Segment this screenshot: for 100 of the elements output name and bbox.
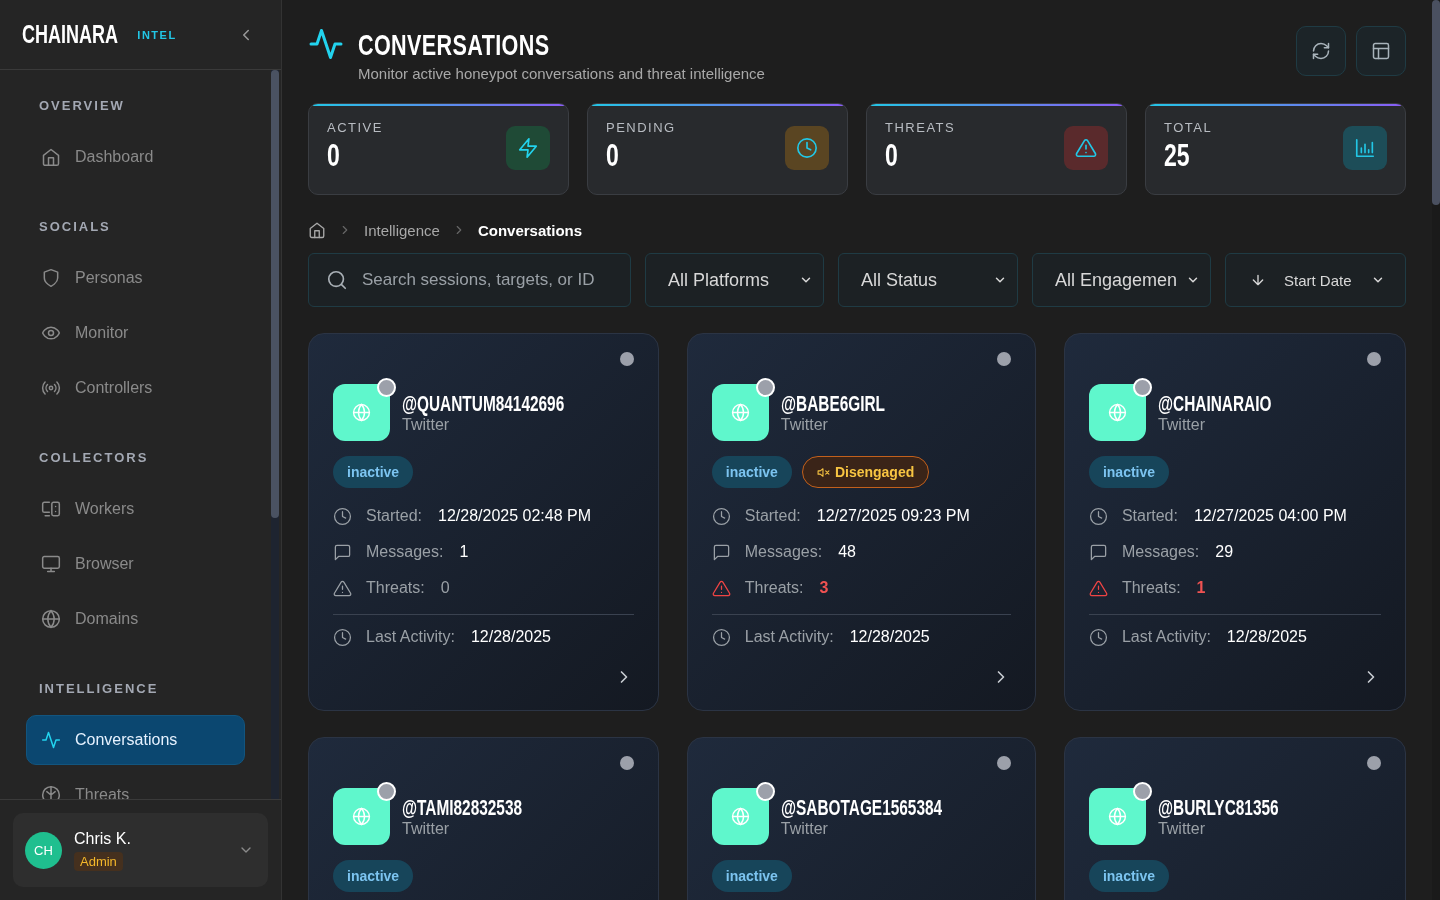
nav-item[interactable]: Domains xyxy=(26,594,245,644)
nav-item[interactable]: Conversations xyxy=(26,715,245,765)
stat-label: ACTIVE xyxy=(327,120,383,135)
status-dot xyxy=(996,756,1011,770)
presence-dot xyxy=(755,378,775,397)
presence-dot xyxy=(377,782,396,801)
message-icon xyxy=(333,542,352,562)
logo-tag: INTEL xyxy=(137,28,177,41)
nav-item[interactable]: Personas xyxy=(26,253,245,303)
field-value: 0 xyxy=(440,579,450,597)
filter-dropdown[interactable]: All Platforms xyxy=(645,253,824,307)
account-handle: @BABE6GIRL xyxy=(780,391,885,416)
globe-icon xyxy=(41,609,61,629)
stat-value: 0 xyxy=(885,137,898,174)
shield-icon xyxy=(41,268,61,288)
field-value: 12/28/2025 xyxy=(849,628,930,646)
clock-icon xyxy=(796,137,818,159)
monitor-icon xyxy=(41,554,61,574)
layout-button[interactable] xyxy=(1356,26,1406,76)
arrow-down-icon xyxy=(1250,272,1266,288)
clock-icon xyxy=(1088,506,1108,526)
status-badge: inactive xyxy=(333,860,414,892)
presence-dot xyxy=(1132,782,1152,801)
field-label: Messages: xyxy=(366,543,444,561)
platform-name: Twitter xyxy=(1157,819,1207,838)
user-menu[interactable]: CH Chris K. Admin xyxy=(13,813,268,887)
field-label: Started: xyxy=(744,507,801,525)
globe-icon xyxy=(730,807,750,826)
presence-dot xyxy=(755,782,775,801)
layout-icon xyxy=(1371,41,1391,61)
platform-name: Twitter xyxy=(402,819,451,838)
message-icon xyxy=(1088,542,1108,562)
nav-item[interactable]: Dashboard xyxy=(26,132,245,182)
clock-icon xyxy=(711,506,731,526)
lightning-icon xyxy=(517,137,539,159)
filter-dropdown[interactable]: All Status xyxy=(838,253,1018,307)
status-dot xyxy=(1367,756,1381,770)
breadcrumb-link[interactable]: Conversations xyxy=(477,221,583,239)
devices-icon xyxy=(41,499,61,519)
field-value: 12/28/2025 02:48 PM xyxy=(438,507,592,525)
refresh-button[interactable] xyxy=(1296,26,1346,76)
warning-icon xyxy=(1088,578,1108,598)
presence-dot xyxy=(377,378,396,397)
status-badge: inactive xyxy=(1088,860,1170,892)
globe-icon xyxy=(1107,807,1127,826)
breadcrumb-link[interactable]: Intelligence xyxy=(364,221,440,239)
field-value: 48 xyxy=(838,543,856,561)
page-title: CONVERSATIONS xyxy=(358,30,550,60)
nav-item[interactable]: Controllers xyxy=(26,363,245,413)
scrollbar[interactable] xyxy=(1432,0,1440,900)
status-dot xyxy=(619,756,634,770)
stat-label: THREATS xyxy=(885,120,956,135)
role-badge: Admin xyxy=(74,851,123,871)
nav-item[interactable]: Workers xyxy=(26,484,245,534)
section-title: SOCIALS xyxy=(38,218,112,236)
stat-value: 25 xyxy=(1164,137,1190,174)
account-handle: @SABOTAGE1565384 xyxy=(780,795,942,820)
clock-icon xyxy=(711,627,731,647)
status-badge: inactive xyxy=(711,456,792,488)
field-label: Threats: xyxy=(1121,579,1181,597)
nav-item[interactable]: Browser xyxy=(26,539,245,589)
account-handle: @BURLYC81356 xyxy=(1157,795,1279,820)
field-label: Messages: xyxy=(744,543,823,561)
platform-name: Twitter xyxy=(402,415,450,434)
field-label: Messages: xyxy=(1121,543,1200,561)
user-avatar: CH xyxy=(25,831,62,869)
field-label: Threats: xyxy=(366,579,425,597)
bar-chart-icon xyxy=(1354,137,1376,159)
globe-icon xyxy=(352,807,371,826)
user-name: Chris K. xyxy=(74,829,131,848)
broadcast-icon xyxy=(41,378,61,398)
stat-label: PENDING xyxy=(606,120,676,135)
warning-icon xyxy=(711,578,731,598)
status-dot xyxy=(619,352,634,366)
search-field[interactable]: Search sessions, targets, or ID xyxy=(308,253,631,307)
muted-speaker-icon xyxy=(816,465,830,479)
search-icon xyxy=(326,269,348,291)
globe-icon xyxy=(1107,403,1127,422)
presence-dot xyxy=(1132,378,1152,397)
field-value: 12/27/2025 04:00 PM xyxy=(1193,507,1347,525)
stat-value: 0 xyxy=(327,137,340,174)
clock-icon xyxy=(333,506,352,526)
field-label: Last Activity: xyxy=(366,628,455,646)
pulse-icon xyxy=(308,26,344,62)
field-value: 12/27/2025 09:23 PM xyxy=(816,507,970,525)
home-link[interactable] xyxy=(308,221,326,239)
home-icon xyxy=(41,147,61,167)
platform-name: Twitter xyxy=(780,819,829,838)
brain-icon xyxy=(41,785,61,799)
scrollbar[interactable] xyxy=(271,70,279,799)
pulse-icon xyxy=(41,730,61,750)
nav-item[interactable]: Monitor xyxy=(26,308,245,358)
filter-dropdown[interactable]: All Engagemen xyxy=(1032,253,1211,307)
sort-dropdown[interactable]: Start Date xyxy=(1225,253,1406,307)
account-handle: @CHAINARAIO xyxy=(1157,391,1272,416)
status-dot xyxy=(1367,352,1381,366)
account-handle: @QUANTUM84142696 xyxy=(402,391,565,416)
platform-name: Twitter xyxy=(780,415,829,434)
field-label: Last Activity: xyxy=(744,628,834,646)
engagement-badge: Disengaged xyxy=(801,456,930,488)
